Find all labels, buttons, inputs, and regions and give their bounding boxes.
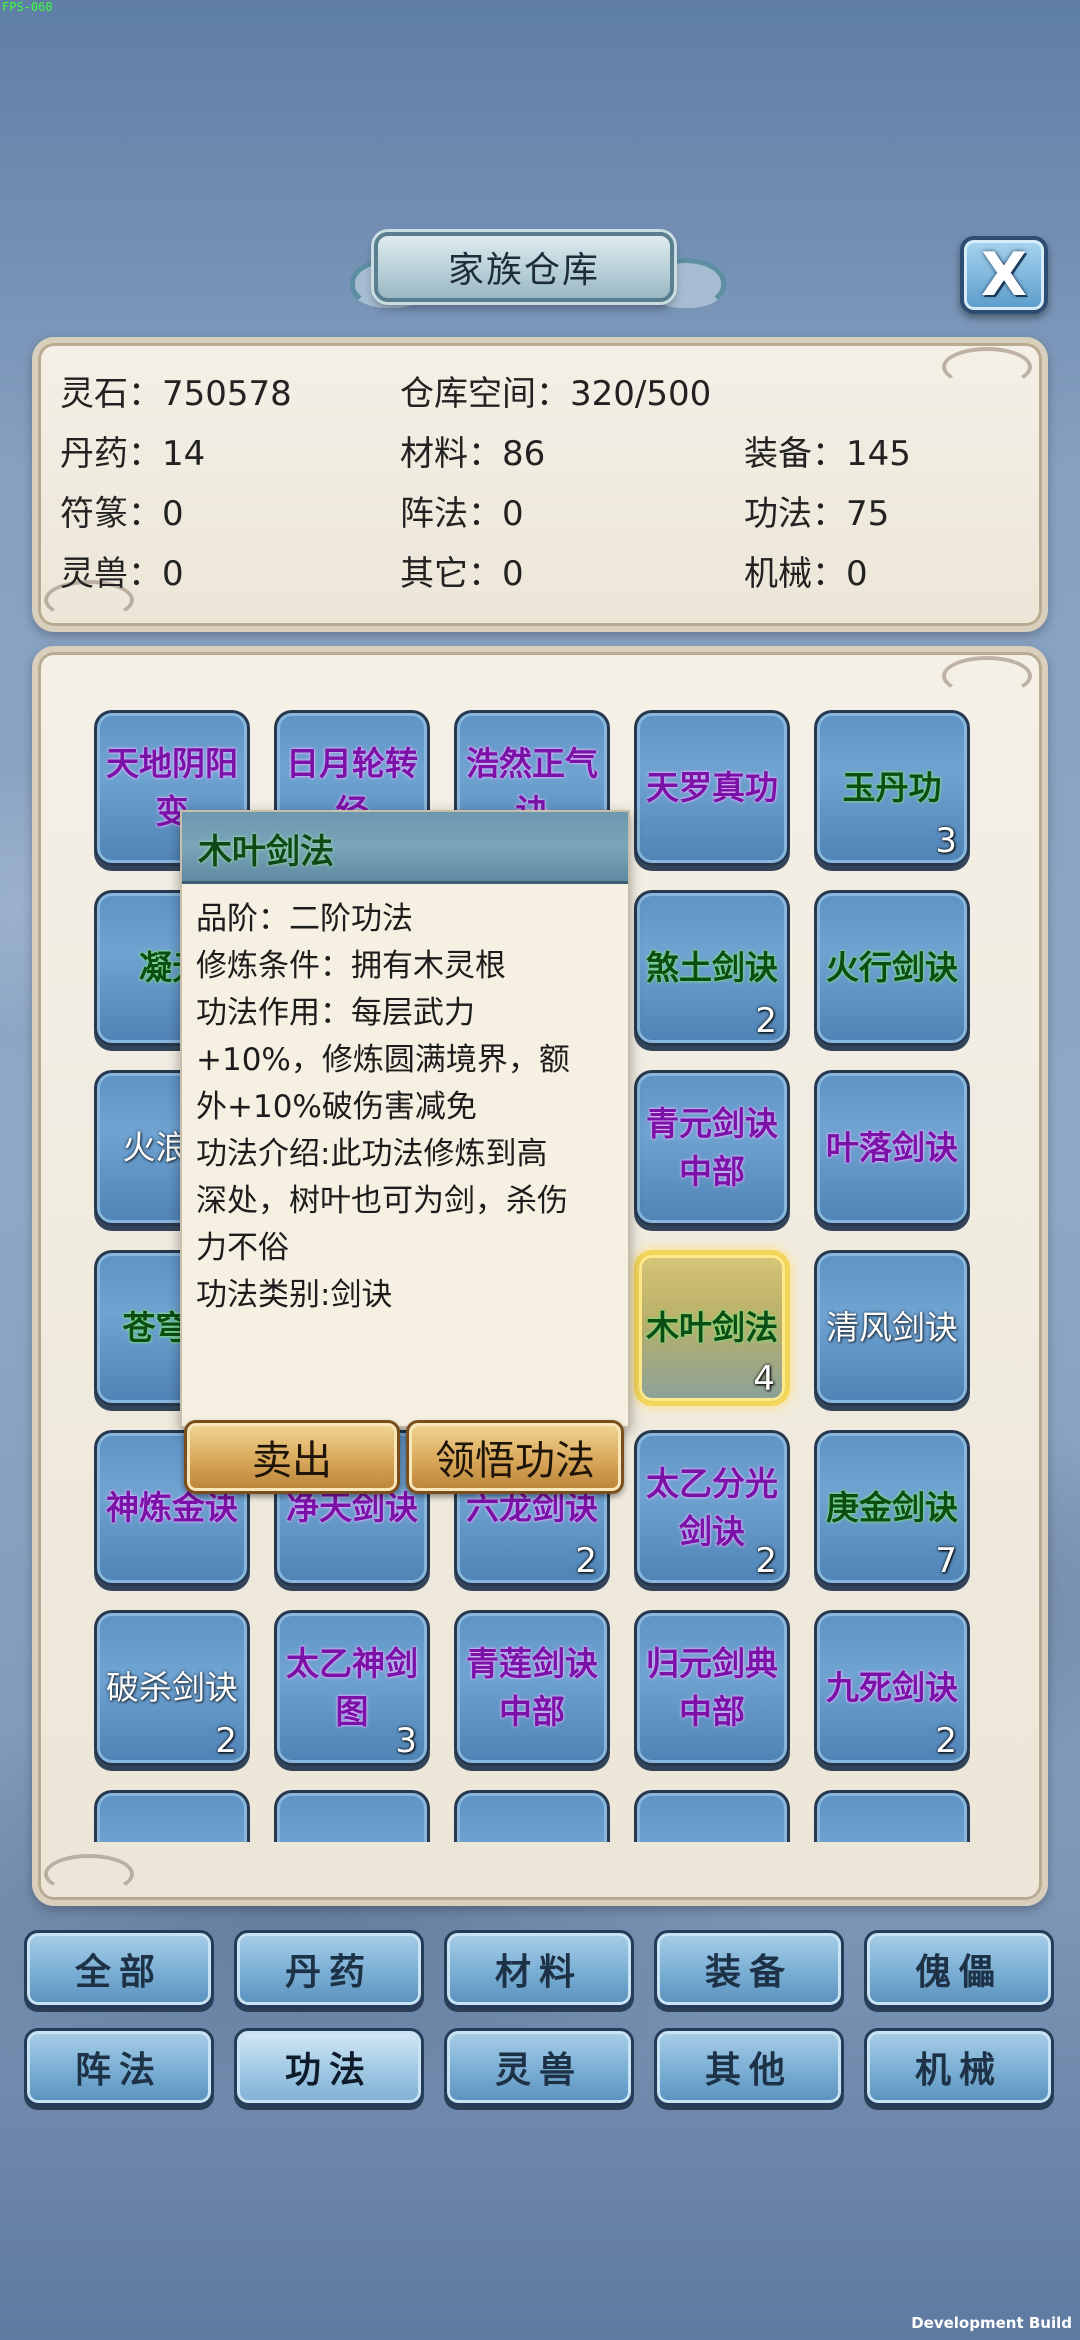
item-tooltip: 木叶剑法 品阶：二阶功法修炼条件：拥有木灵根 功法作用：每层武力 +10%，修炼圆满… [180,810,630,1428]
stat-materials: 材料：86 [400,434,546,474]
stat-others: 其它：0 [400,554,524,594]
page-title: 家族仓库 [374,232,674,302]
tooltip-line: 修炼条件：拥有木灵根 [196,948,506,984]
cloud-ornament-icon [942,347,1032,387]
inventory-slot[interactable]: 木叶剑法 4 [634,1250,790,1406]
tooltip-line: 深处，树叶也可为剑，杀伤 [196,1183,568,1219]
inventory-slot[interactable] [454,1790,610,1842]
slot-item-name: 木叶剑法 [646,1308,778,1347]
inventory-slot[interactable]: 青莲剑诀 [814,1790,970,1842]
slot-item-count: 2 [935,1721,957,1761]
slot-item-count: 3 [935,821,957,861]
tooltip-line: +10%，修炼圆满境界，额 [196,1042,570,1078]
slot-item-name: 归元剑典中部 [646,1644,778,1731]
inventory-slot[interactable]: 太乙分光剑诀 2 [634,1430,790,1586]
stat-talismans: 符篆：0 [60,494,184,534]
learn-technique-button[interactable]: 领悟功法 [406,1420,624,1494]
dev-build-label: Development Build [911,2314,1072,2332]
inventory-slot[interactable]: 青元剑诀中部 [634,1070,790,1226]
slot-item-count: 3 [395,1721,417,1761]
tooltip-line: 品阶：二阶功法 [196,901,413,937]
tab-button[interactable]: 阵法 [24,2028,214,2106]
slot-item-name: 青莲剑诀中部 [466,1644,598,1731]
slot-item-name: 青元剑诀中部 [646,1104,778,1191]
slot-item-name: 庚金剑诀 [826,1488,958,1527]
inventory-slot[interactable]: 清风剑诀 [814,1250,970,1406]
fps-counter: FPS-060 [2,0,53,14]
tooltip-header: 木叶剑法 [182,812,628,884]
slot-item-name: 九死剑诀 [826,1668,958,1707]
slot-item-count: 4 [753,1359,775,1399]
slot-item-name: 清风剑诀 [826,1308,958,1347]
tooltip-line: 力不俗 [196,1230,289,1266]
tab-button[interactable]: 装备 [654,1930,844,2008]
tab-button[interactable]: 灵兽 [444,2028,634,2106]
stat-storage-space: 仓库空间：320/500 [400,374,712,414]
stat-spirit-stone: 灵石：750578 [60,374,292,414]
cloud-ornament-icon [942,656,1032,696]
slot-item-count: 2 [215,1721,237,1761]
inventory-slot[interactable] [94,1790,250,1842]
tab-button[interactable]: 功法 [234,2028,424,2106]
tab-button[interactable]: 机械 [864,2028,1054,2106]
sell-button[interactable]: 卖出 [184,1420,400,1494]
slot-item-count: 2 [755,1001,777,1041]
inventory-slot[interactable]: 九死剑诀 2 [814,1610,970,1766]
slot-item-name: 玉丹功 [842,768,942,807]
tab-button[interactable]: 材料 [444,1930,634,2008]
slot-item-count: 2 [575,1541,597,1581]
inventory-slot[interactable]: 火行剑诀 [814,890,970,1046]
inventory-slot[interactable]: 归元剑典中部 [634,1610,790,1766]
slot-item-name: 破杀剑诀 [106,1668,238,1707]
inventory-slot[interactable]: 破杀剑诀 2 [94,1610,250,1766]
tab-button[interactable]: 丹药 [234,1930,424,2008]
cloud-ornament-icon [44,1854,134,1894]
stat-pills: 丹药：14 [60,434,206,474]
slot-item-name: 煞土剑诀 [646,948,778,987]
inventory-slot[interactable]: 煞土剑诀 2 [634,890,790,1046]
stat-equipment: 装备：145 [744,434,911,474]
stat-beasts: 灵兽：0 [60,554,184,594]
tooltip-line: 功法类别:剑诀 [196,1277,393,1313]
stat-machinery: 机械：0 [744,554,868,594]
tab-button[interactable]: 全部 [24,1930,214,2008]
slot-item-count: 2 [755,1541,777,1581]
tab-button[interactable]: 其他 [654,2028,844,2106]
slot-item-name: 天罗真功 [646,768,778,807]
tooltip-line: 外+10%破伤害减免 [196,1089,477,1125]
inventory-slot[interactable]: 叶落剑诀 [814,1070,970,1226]
inventory-slot[interactable] [634,1790,790,1842]
tooltip-description: 品阶：二阶功法修炼条件：拥有木灵根 功法作用：每层武力 +10%，修炼圆满境界，额外… [196,896,620,1319]
tab-button[interactable]: 傀儡 [864,1930,1054,2008]
close-button[interactable]: X [960,236,1048,314]
tooltip-title: 木叶剑法 [198,832,334,872]
inventory-slot[interactable]: 太乙神剑图 3 [274,1610,430,1766]
slot-item-count: 7 [935,1541,957,1581]
inventory-slot[interactable]: 青莲剑诀中部 [454,1610,610,1766]
inventory-slot[interactable]: 庚金剑诀 7 [814,1430,970,1586]
inventory-slot[interactable]: 天罗真功 [634,710,790,866]
inventory-slot[interactable] [274,1790,430,1842]
slot-item-name: 火行剑诀 [826,948,958,987]
tooltip-line: 功法作用：每层武力 [196,995,475,1031]
inventory-slot[interactable]: 玉丹功 3 [814,710,970,866]
tooltip-line: 功法介绍:此功法修炼到高 [196,1136,548,1172]
slot-item-name: 叶落剑诀 [826,1128,958,1167]
stat-formations: 阵法：0 [400,494,524,534]
stat-techniques: 功法：75 [744,494,890,534]
